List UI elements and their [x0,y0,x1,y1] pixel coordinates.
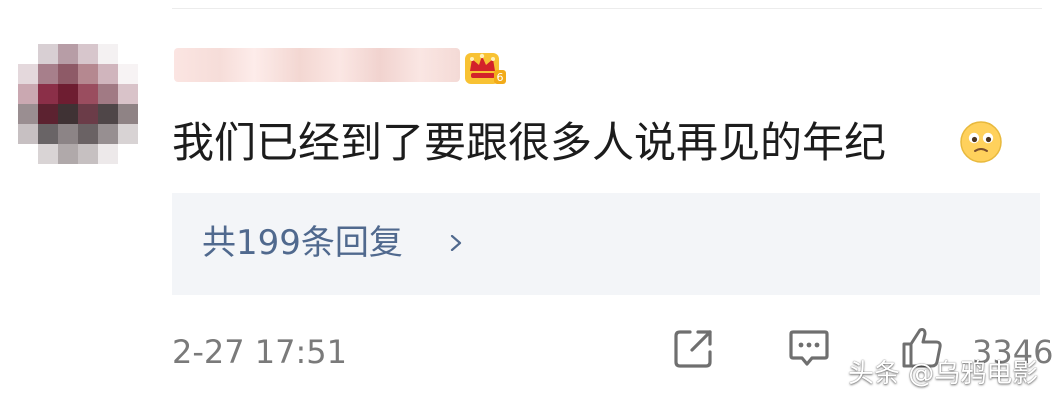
separator-line [172,8,1042,9]
sad-face-emoji [960,121,1002,163]
avatar[interactable] [18,44,138,164]
replies-box[interactable]: 共199条回复 [172,193,1040,295]
comment-text: 我们已经到了要跟很多人说再见的年纪 [172,118,887,167]
replies-count-link[interactable]: 共199条回复 [202,215,403,271]
share-icon[interactable] [670,324,718,372]
username-blurred[interactable] [174,48,460,82]
source-watermark: 头条 @乌鸦电影 [848,359,1039,389]
crown-level-badge: 6 [465,53,506,84]
svg-text:6: 6 [497,71,504,84]
chevron-right-icon [450,235,462,251]
comment-icon[interactable] [785,324,833,372]
timestamp: 2-27 17:51 [172,333,348,371]
